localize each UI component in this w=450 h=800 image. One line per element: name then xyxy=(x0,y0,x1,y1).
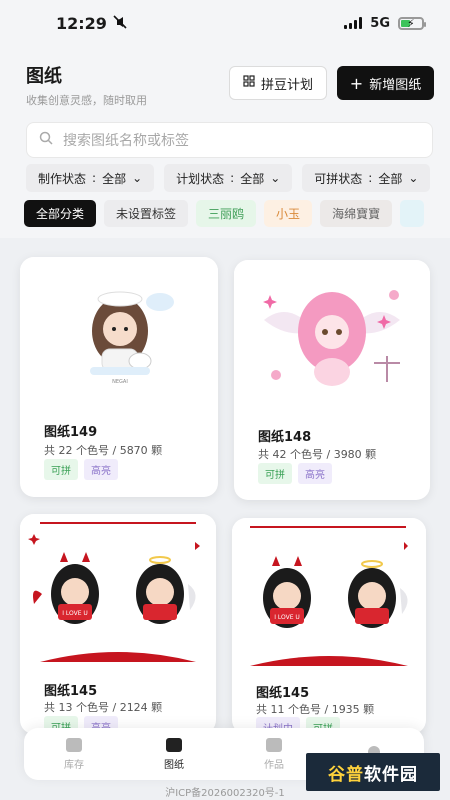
tab-works[interactable]: 作品 xyxy=(244,737,304,771)
status-chip: 可拼 xyxy=(258,463,292,484)
inventory-icon xyxy=(66,737,82,752)
pattern-preview: NEGAI xyxy=(20,257,218,407)
status-bar: 12:29 5G ⚡ xyxy=(0,0,450,46)
page-header: 图纸 收集创意灵感，随时取用 xyxy=(26,62,147,108)
chevron-down-icon: ⌄ xyxy=(408,171,419,185)
art-caption: NEGAI xyxy=(112,379,128,385)
art-text: I LOVE U xyxy=(274,614,300,621)
tag-untagged[interactable]: 未设置标签 xyxy=(104,200,189,227)
card-meta: 共 11 个色号 / 1935 颗 xyxy=(256,703,375,716)
grid-icon xyxy=(243,75,255,91)
tag-more[interactable] xyxy=(400,200,425,227)
card-meta: 共 42 个色号 / 3980 颗 xyxy=(258,448,377,461)
search-input[interactable]: 搜索图纸名称或标签 xyxy=(26,122,433,158)
filter-value: 全部 xyxy=(240,171,265,186)
signal-icon xyxy=(344,17,363,29)
plus-icon: + xyxy=(349,73,364,93)
tab-label: 作品 xyxy=(264,759,284,771)
status-time: 12:29 xyxy=(56,13,107,33)
filter-value: 全部 xyxy=(102,171,127,186)
filter-buildable-status[interactable]: 可拼状态: 全部 ⌄ xyxy=(302,164,431,192)
chevron-down-icon: ⌄ xyxy=(132,171,143,185)
tab-label: 图纸 xyxy=(164,759,184,771)
add-pattern-label: 新增图纸 xyxy=(369,77,422,93)
search-icon xyxy=(39,131,53,149)
tag-sanrio[interactable]: 三丽鸥 xyxy=(196,200,257,227)
watermark-text-1: 谷普 xyxy=(328,764,364,785)
tag-all[interactable]: 全部分类 xyxy=(24,200,97,227)
tab-label: 库存 xyxy=(64,759,84,771)
watermark-text-2: 软件园 xyxy=(364,764,418,785)
watermark-logo: 谷普 软件园 xyxy=(306,753,440,791)
pattern-icon xyxy=(166,737,182,752)
pattern-preview: I LOVE U xyxy=(20,514,216,664)
filter-row: 制作状态: 全部 ⌄ 计划状态: 全部 ⌄ 可拼状态: 全部 ⌄ xyxy=(26,164,450,192)
card-title: 图纸145 xyxy=(256,686,310,701)
status-chip: 可拼 xyxy=(44,459,78,480)
status-chip: 高亮 xyxy=(298,463,332,484)
mute-icon xyxy=(113,14,127,33)
network-label: 5G xyxy=(370,15,390,31)
chevron-down-icon: ⌄ xyxy=(270,171,281,185)
category-tags: 全部分类 未设置标签 三丽鸥 小玉 海绵寶寶 xyxy=(24,200,450,228)
tab-inventory[interactable]: 库存 xyxy=(44,737,104,771)
card-title: 图纸149 xyxy=(44,425,98,440)
add-pattern-button[interactable]: + 新增图纸 xyxy=(337,66,434,100)
filter-value: 全部 xyxy=(378,171,403,186)
tag-spongebob[interactable]: 海绵寶寶 xyxy=(320,200,393,227)
tag-xiaoyu[interactable]: 小玉 xyxy=(264,200,313,227)
bead-plan-button[interactable]: 拼豆计划 xyxy=(229,66,327,100)
pattern-card[interactable]: I LOVE U 图纸145 共 13 个色号 / 2124 颗 可拼 高亮 xyxy=(20,514,216,734)
pattern-preview xyxy=(234,260,430,410)
pattern-preview: I LOVE U xyxy=(232,518,426,668)
search-placeholder: 搜索图纸名称或标签 xyxy=(63,133,189,149)
filter-label: 计划状态 xyxy=(176,171,225,186)
art-text: I LOVE U xyxy=(62,610,88,617)
card-title: 图纸148 xyxy=(258,430,312,445)
page-title: 图纸 xyxy=(26,66,62,87)
page-subtitle: 收集创意灵感，随时取用 xyxy=(26,94,147,107)
status-chip: 高亮 xyxy=(84,459,118,480)
filter-plan-status[interactable]: 计划状态: 全部 ⌄ xyxy=(164,164,293,192)
card-title: 图纸145 xyxy=(44,684,98,699)
filter-label: 制作状态 xyxy=(38,171,87,186)
pattern-card[interactable]: I LOVE U 图纸145 共 11 个色号 / 1935 颗 计划中 可拼 xyxy=(232,518,426,734)
card-meta: 共 13 个色号 / 2124 颗 xyxy=(44,701,163,714)
pattern-card[interactable]: NEGAI 图纸149 共 22 个色号 / 5870 颗 可拼 高亮 xyxy=(20,257,218,497)
card-meta: 共 22 个色号 / 5870 颗 xyxy=(44,444,163,457)
filter-making-status[interactable]: 制作状态: 全部 ⌄ xyxy=(26,164,155,192)
pattern-card[interactable]: 图纸148 共 42 个色号 / 3980 颗 可拼 高亮 xyxy=(234,260,430,500)
filter-label: 可拼状态 xyxy=(314,171,363,186)
battery-icon: ⚡ xyxy=(398,16,426,30)
image-icon xyxy=(266,737,282,752)
bead-plan-label: 拼豆计划 xyxy=(260,77,313,93)
tab-patterns[interactable]: 图纸 xyxy=(144,737,204,771)
